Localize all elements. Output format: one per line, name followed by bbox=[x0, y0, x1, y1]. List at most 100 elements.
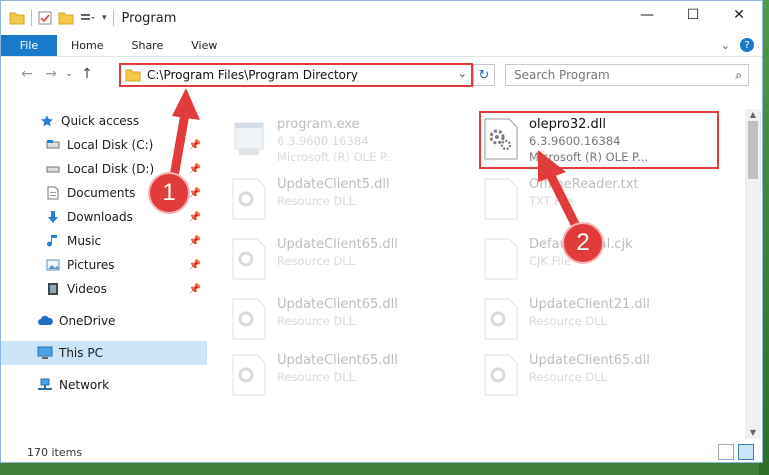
file-type: Resource DLL bbox=[277, 194, 356, 208]
file-name: UpdateClient5.dll bbox=[277, 177, 390, 192]
properties-icon[interactable] bbox=[38, 11, 52, 25]
ribbon-tabs: File Home Share View ⌄ ? bbox=[1, 35, 762, 57]
recent-locations-icon[interactable]: ⌄ bbox=[63, 69, 75, 79]
cloud-icon bbox=[37, 313, 53, 329]
sidebar-item-label: Quick access bbox=[61, 114, 140, 128]
file-name: program.exe bbox=[277, 117, 360, 132]
sidebar-item-label: Network bbox=[59, 378, 110, 392]
download-icon bbox=[45, 209, 61, 225]
status-bar: 170 items bbox=[1, 441, 762, 463]
sidebar-item-music[interactable]: Music 📌 bbox=[1, 229, 207, 253]
star-icon bbox=[39, 113, 55, 129]
close-button[interactable]: ✕ bbox=[716, 1, 762, 29]
sidebar-item-videos[interactable]: Videos 📌 bbox=[1, 277, 207, 301]
file-item[interactable]: UpdateClient21.dll Resource DLL bbox=[463, 293, 703, 347]
file-item[interactable]: OfflineReader.txt TXT File bbox=[463, 173, 703, 227]
tab-share[interactable]: Share bbox=[117, 35, 177, 56]
file-highlight-box bbox=[479, 111, 719, 169]
search-input[interactable]: Search Program ⌕ bbox=[505, 64, 749, 86]
pin-icon[interactable]: 📌 bbox=[189, 236, 201, 247]
pin-icon[interactable]: 📌 bbox=[189, 260, 201, 271]
pictures-icon bbox=[45, 257, 61, 273]
toolbar-divider bbox=[112, 10, 114, 26]
window-controls: — ☐ ✕ bbox=[624, 1, 762, 29]
file-item[interactable]: UpdateClient65.dll Resource DLL bbox=[211, 349, 451, 403]
minimize-button[interactable]: — bbox=[624, 1, 670, 29]
expand-ribbon-icon[interactable]: ⌄ bbox=[721, 39, 730, 52]
file-name: UpdateClient65.dll bbox=[529, 353, 650, 368]
file-name: UpdateClient65.dll bbox=[277, 297, 398, 312]
vertical-scrollbar[interactable]: ▲ ▼ bbox=[745, 109, 761, 439]
address-path: C:\Program Files\Program Directory bbox=[147, 68, 359, 82]
pin-icon[interactable]: 📌 bbox=[189, 284, 201, 295]
file-type: Resource DLL bbox=[529, 370, 608, 384]
dll-gear-file-icon bbox=[484, 298, 518, 340]
file-item[interactable]: UpdateClient65.dll Resource DLL bbox=[211, 293, 451, 347]
new-folder-icon[interactable] bbox=[58, 11, 74, 25]
file-type: Resource DLL bbox=[277, 370, 356, 384]
dll-gear-file-icon bbox=[232, 178, 266, 220]
file-type: Resource DLL bbox=[277, 314, 356, 328]
sidebar-item-label: This PC bbox=[59, 346, 103, 360]
file-item[interactable]: program.exe 6.3.9600.16384 Microsoft (R)… bbox=[211, 113, 451, 167]
sidebar-item-label: Music bbox=[67, 234, 102, 248]
item-count: 170 items bbox=[27, 445, 83, 459]
videos-icon bbox=[45, 281, 61, 297]
file-item[interactable]: UpdateClient5.dll Resource DLL bbox=[211, 173, 451, 227]
address-dropdown-icon[interactable]: ⌄ bbox=[458, 67, 467, 80]
sidebar-item-label: Downloads bbox=[67, 210, 133, 224]
tab-view[interactable]: View bbox=[177, 35, 231, 56]
ribbon-right-controls: ⌄ ? bbox=[721, 38, 754, 52]
generic-file-icon bbox=[484, 238, 518, 280]
back-arrow-icon[interactable]: ← bbox=[15, 66, 39, 82]
file-item[interactable]: UpdateClient65.dll Resource DLL bbox=[463, 349, 703, 403]
window-title: Program bbox=[121, 10, 177, 26]
up-arrow-icon[interactable]: ↑ bbox=[75, 66, 99, 82]
pin-icon[interactable]: 📌 bbox=[189, 188, 201, 199]
file-type: TXT File bbox=[529, 194, 574, 208]
scroll-down-icon[interactable]: ▼ bbox=[745, 427, 761, 439]
sidebar-item-label: OneDrive bbox=[59, 314, 116, 328]
sidebar-item-pictures[interactable]: Pictures 📌 bbox=[1, 253, 207, 277]
scroll-up-icon[interactable]: ▲ bbox=[745, 109, 761, 121]
forward-arrow-icon[interactable]: → bbox=[39, 66, 63, 82]
file-version: 6.3.9600.16384 bbox=[277, 134, 369, 148]
tiles-view-icon[interactable] bbox=[738, 444, 754, 460]
search-icon: ⌕ bbox=[735, 68, 742, 82]
sidebar-item-network[interactable]: Network bbox=[1, 373, 207, 397]
dll-gear-file-icon bbox=[484, 354, 518, 396]
address-bar[interactable]: C:\Program Files\Program Directory ⌄ bbox=[119, 63, 473, 87]
maximize-button[interactable]: ☐ bbox=[670, 1, 716, 29]
dll-gear-file-icon bbox=[232, 298, 266, 340]
sidebar-item-label: Videos bbox=[67, 282, 107, 296]
pin-icon[interactable]: 📌 bbox=[189, 212, 201, 223]
navigation-pane: Quick access Local Disk (C:) 📌 Local Dis… bbox=[1, 109, 207, 439]
toolbar-dropdown-icon[interactable]: ▾ bbox=[102, 13, 107, 23]
details-view-icon[interactable] bbox=[718, 444, 734, 460]
refresh-button[interactable]: ↻ bbox=[473, 64, 495, 86]
network-icon bbox=[37, 377, 53, 393]
sidebar-item-quick-access[interactable]: Quick access bbox=[1, 109, 207, 133]
drive-icon bbox=[45, 137, 61, 153]
customize-toolbar-icon[interactable] bbox=[80, 11, 96, 25]
title-bar: ▾ Program — ☐ ✕ bbox=[1, 1, 762, 35]
file-name: UpdateClient21.dll bbox=[529, 297, 650, 312]
sidebar-item-local-disk-c[interactable]: Local Disk (C:) 📌 bbox=[1, 133, 207, 157]
folder-icon bbox=[125, 69, 141, 82]
help-icon[interactable]: ? bbox=[740, 38, 754, 52]
file-item[interactable]: UpdateClient65.dll Resource DLL bbox=[211, 233, 451, 287]
file-name: UpdateClient65.dll bbox=[277, 353, 398, 368]
scrollbar-thumb[interactable] bbox=[748, 121, 758, 179]
tab-home[interactable]: Home bbox=[57, 35, 117, 56]
music-icon bbox=[45, 233, 61, 249]
sidebar-item-this-pc[interactable]: This PC bbox=[1, 341, 207, 365]
drive-icon bbox=[45, 161, 61, 177]
tab-file[interactable]: File bbox=[1, 35, 57, 56]
pin-icon[interactable]: 📌 bbox=[189, 140, 201, 151]
text-file-icon bbox=[484, 178, 518, 220]
quick-access-toolbar: ▾ bbox=[1, 10, 114, 26]
sidebar-item-label: Documents bbox=[67, 186, 136, 200]
pin-icon[interactable]: 📌 bbox=[189, 164, 201, 175]
step-badge-1: 1 bbox=[148, 172, 190, 214]
sidebar-item-onedrive[interactable]: OneDrive bbox=[1, 309, 207, 333]
